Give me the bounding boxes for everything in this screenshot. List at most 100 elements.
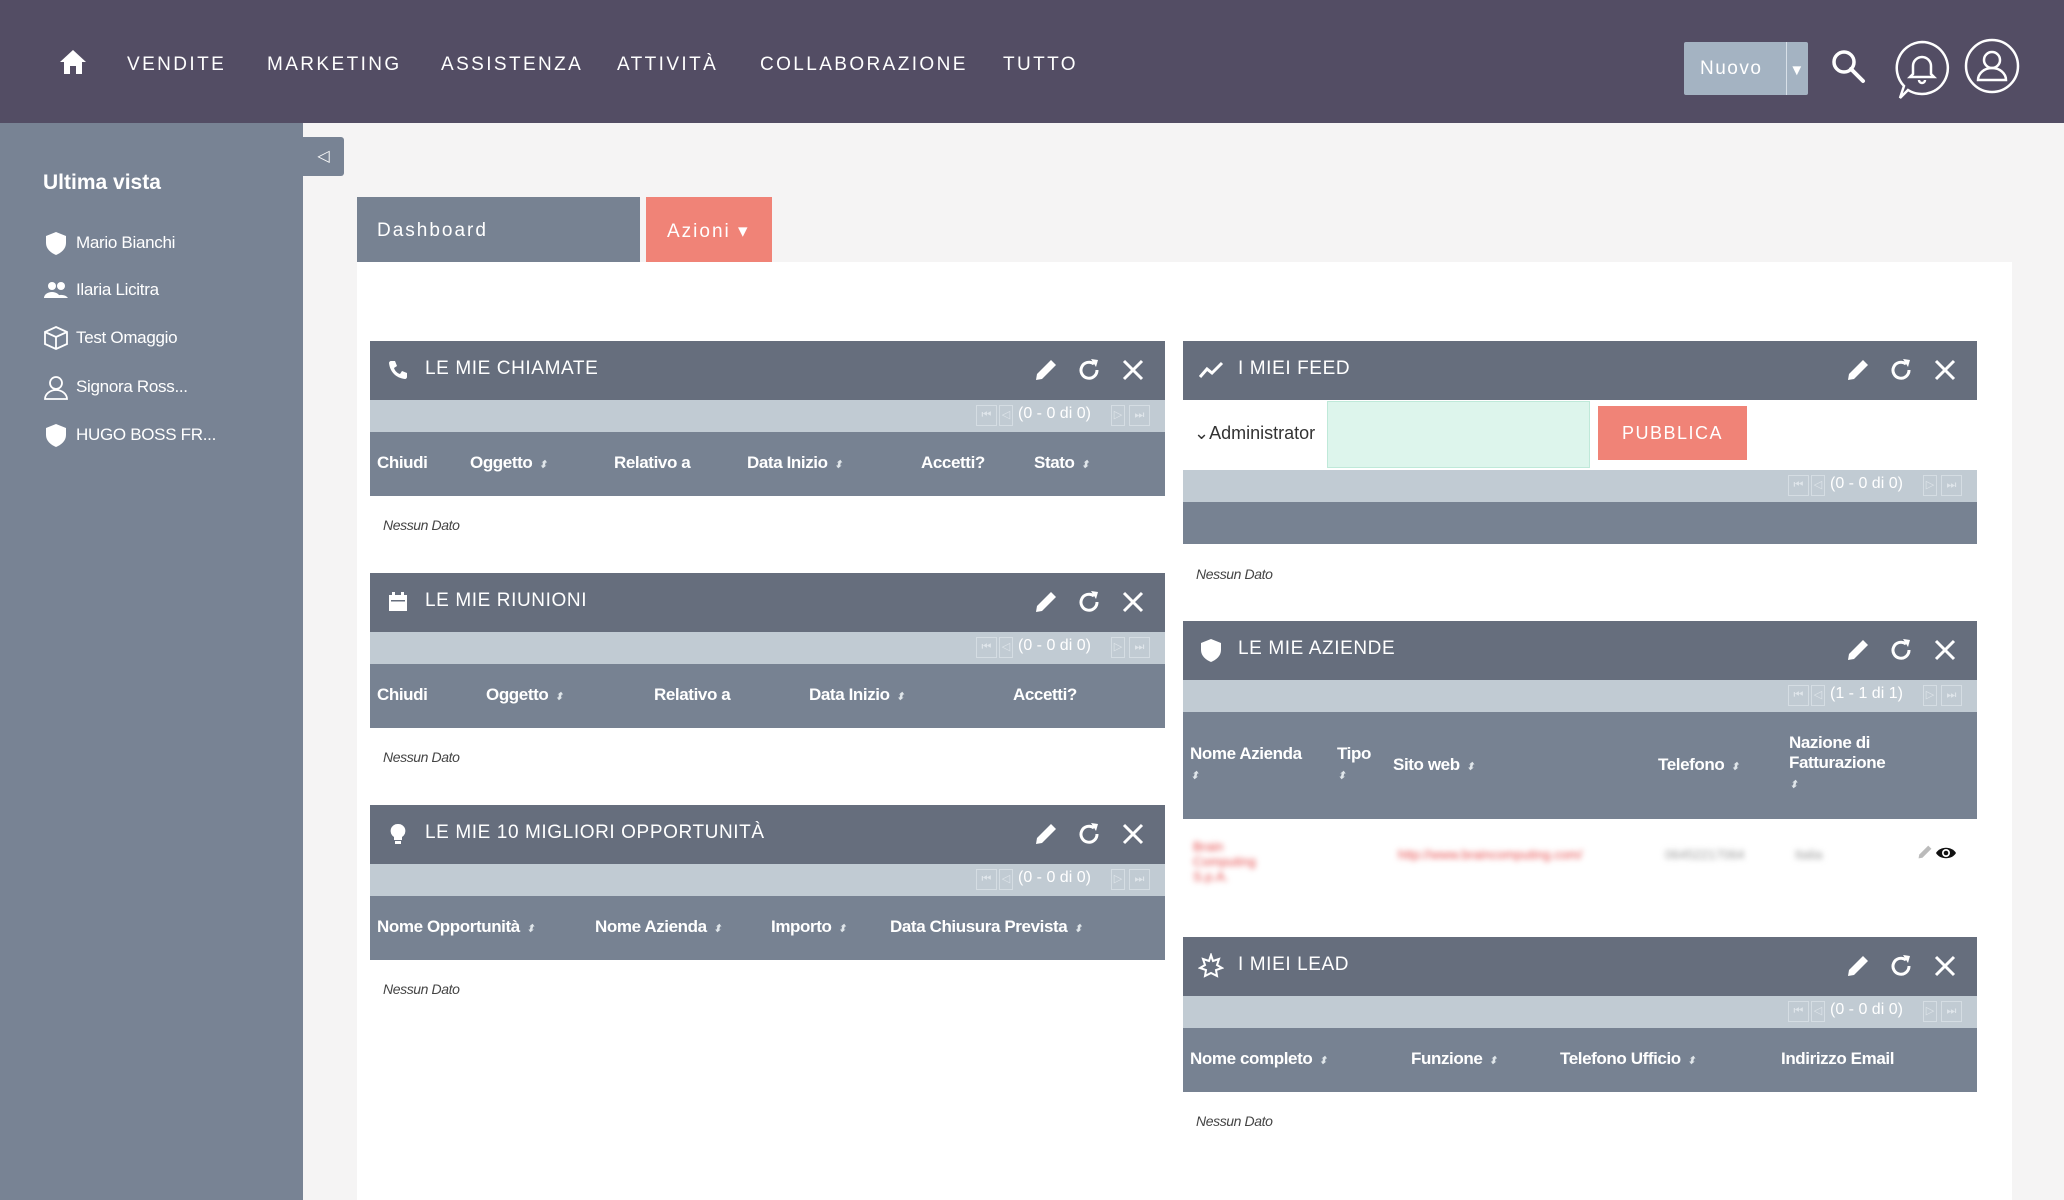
first-page-icon[interactable]: ⏮	[1788, 685, 1809, 706]
collapse-sidebar-icon[interactable]: ◁	[303, 137, 344, 176]
column-header[interactable]: Stato ⬍	[1034, 453, 1090, 473]
first-page-icon[interactable]: ⏮	[976, 637, 997, 658]
edit-pencil-icon[interactable]	[1844, 952, 1872, 980]
column-header[interactable]: Accetti?	[1013, 685, 1077, 705]
nav-assistenza[interactable]: ASSISTENZA	[441, 54, 583, 76]
next-page-icon[interactable]: ▷	[1111, 405, 1125, 426]
edit-pencil-icon[interactable]	[1844, 356, 1872, 384]
column-header[interactable]: Nome completo ⬍	[1190, 1049, 1328, 1069]
sidebar-item-label: Signora Ross...	[76, 377, 188, 396]
sidebar-item-hugo-boss[interactable]: HUGO BOSS FR...	[43, 420, 216, 450]
feed-user-selector[interactable]: ⌄Administrator	[1194, 423, 1315, 444]
next-page-icon[interactable]: ▷	[1923, 685, 1937, 706]
last-page-icon[interactable]: ⏭	[1129, 637, 1150, 658]
view-eye-icon[interactable]	[1935, 845, 1957, 861]
next-page-icon[interactable]: ▷	[1111, 869, 1125, 890]
feed-post-input[interactable]	[1327, 401, 1590, 468]
prev-page-icon[interactable]: ◁	[999, 405, 1013, 426]
sidebar-item-test-omaggio[interactable]: Test Omaggio	[43, 323, 178, 353]
refresh-icon[interactable]	[1887, 636, 1915, 664]
prev-page-icon[interactable]: ◁	[1811, 475, 1825, 496]
column-header[interactable]: Chiudi	[377, 453, 428, 473]
edit-pencil-icon[interactable]	[1032, 588, 1060, 616]
prev-page-icon[interactable]: ◁	[1811, 685, 1825, 706]
column-header[interactable]: Relativo a	[654, 685, 731, 705]
column-header[interactable]: Nome Opportunità ⬍	[377, 917, 535, 937]
column-header[interactable]: Nome Azienda ⬍	[1190, 744, 1310, 784]
edit-pencil-icon[interactable]	[1844, 636, 1872, 664]
first-page-icon[interactable]: ⏮	[976, 405, 997, 426]
column-header[interactable]: Oggetto ⬍	[470, 453, 548, 473]
column-header[interactable]: Tipo ⬍	[1337, 744, 1371, 784]
close-icon[interactable]	[1931, 636, 1959, 664]
publish-button[interactable]: PUBBLICA	[1598, 406, 1747, 460]
sidebar-item-ilaria-licitra[interactable]: Ilaria Licitra	[43, 275, 159, 305]
column-header[interactable]: Chiudi	[377, 685, 428, 705]
next-page-icon[interactable]: ▷	[1923, 1001, 1937, 1022]
column-header[interactable]: Oggetto ⬍	[486, 685, 564, 705]
column-header[interactable]: Nome Azienda ⬍	[595, 917, 722, 937]
sidebar-item-signora-ross[interactable]: Signora Ross...	[43, 372, 188, 402]
nav-vendite[interactable]: VENDITE	[127, 54, 226, 76]
column-header[interactable]: Relativo a	[614, 453, 691, 473]
pagination-bar: ⏮ ◁ (0 - 0 di 0) ▷ ⏭	[370, 632, 1165, 664]
nav-collaborazione[interactable]: COLLABORAZIONE	[760, 54, 968, 76]
search-icon[interactable]	[1830, 48, 1866, 84]
company-website-cell[interactable]: http://www.braincomputing.com/	[1398, 847, 1582, 862]
column-header[interactable]: Data Chiusura Prevista ⬍	[890, 917, 1083, 937]
last-page-icon[interactable]: ⏭	[1129, 869, 1150, 890]
refresh-icon[interactable]	[1887, 952, 1915, 980]
nav-tutto[interactable]: TUTTO	[1003, 54, 1078, 76]
refresh-icon[interactable]	[1075, 820, 1103, 848]
star-badge-icon	[1198, 953, 1224, 978]
next-page-icon[interactable]: ▷	[1923, 475, 1937, 496]
refresh-icon[interactable]	[1075, 356, 1103, 384]
edit-pencil-icon[interactable]	[1032, 356, 1060, 384]
column-header[interactable]: Data Inizio ⬍	[747, 453, 843, 473]
user-profile-icon[interactable]	[1964, 38, 2020, 94]
prev-page-icon[interactable]: ◁	[1811, 1001, 1825, 1022]
column-headers: Nome Opportunità ⬍ Nome Azienda ⬍ Importo ⬍…	[370, 896, 1165, 960]
sidebar: Ultima vista Mario Bianchi Ilaria Licitr…	[0, 123, 303, 1200]
column-header[interactable]: Funzione ⬍	[1411, 1049, 1498, 1069]
column-header[interactable]: Accetti?	[921, 453, 985, 473]
next-page-icon[interactable]: ▷	[1111, 637, 1125, 658]
first-page-icon[interactable]: ⏮	[1788, 1001, 1809, 1022]
column-header[interactable]: Indirizzo Email	[1781, 1049, 1894, 1069]
nav-attivita[interactable]: ATTIVITÀ	[617, 54, 718, 76]
column-header[interactable]: Telefono Ufficio ⬍	[1560, 1049, 1696, 1069]
close-icon[interactable]	[1119, 356, 1147, 384]
dashlet-title: I MIEI FEED	[1238, 358, 1351, 379]
edit-pencil-icon[interactable]	[1916, 843, 1934, 861]
sidebar-item-label: Test Omaggio	[76, 328, 178, 347]
close-icon[interactable]	[1119, 820, 1147, 848]
new-record-button[interactable]: Nuovo ▼	[1684, 42, 1808, 95]
last-page-icon[interactable]: ⏭	[1129, 405, 1150, 426]
last-page-icon[interactable]: ⏭	[1941, 1001, 1962, 1022]
edit-pencil-icon[interactable]	[1032, 820, 1060, 848]
actions-dropdown-button[interactable]: Azioni ▾	[646, 197, 772, 262]
first-page-icon[interactable]: ⏮	[1788, 475, 1809, 496]
last-page-icon[interactable]: ⏭	[1941, 475, 1962, 496]
notifications-bell-icon[interactable]	[1894, 40, 1950, 100]
column-header[interactable]: Importo ⬍	[771, 917, 847, 937]
table-row[interactable]: Brain Computing S.p.A. http://www.brainc…	[1183, 819, 1977, 902]
first-page-icon[interactable]: ⏮	[976, 869, 997, 890]
prev-page-icon[interactable]: ◁	[999, 637, 1013, 658]
prev-page-icon[interactable]: ◁	[999, 869, 1013, 890]
home-icon[interactable]	[58, 48, 88, 76]
nav-marketing[interactable]: MARKETING	[267, 54, 402, 76]
refresh-icon[interactable]	[1887, 356, 1915, 384]
column-header[interactable]: Nazione di Fatturazione ⬍	[1789, 733, 1909, 793]
column-header[interactable]: Telefono ⬍	[1658, 755, 1740, 775]
close-icon[interactable]	[1931, 356, 1959, 384]
tab-dashboard[interactable]: Dashboard	[357, 197, 640, 262]
column-header[interactable]: Sito web ⬍	[1393, 755, 1475, 775]
close-icon[interactable]	[1931, 952, 1959, 980]
last-page-icon[interactable]: ⏭	[1941, 685, 1962, 706]
sidebar-item-mario-bianchi[interactable]: Mario Bianchi	[43, 228, 175, 258]
column-header[interactable]: Data Inizio ⬍	[809, 685, 905, 705]
company-name-cell[interactable]: Brain Computing S.p.A.	[1193, 839, 1273, 884]
close-icon[interactable]	[1119, 588, 1147, 616]
refresh-icon[interactable]	[1075, 588, 1103, 616]
